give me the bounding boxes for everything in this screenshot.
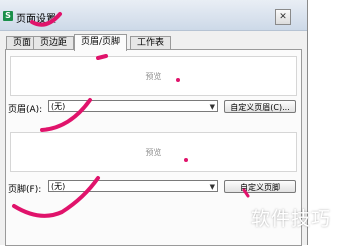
tab-header-footer[interactable]: 页眉/页脚 <box>74 34 128 51</box>
annotation-stroke <box>40 98 92 132</box>
annotation-dot <box>184 158 188 162</box>
annotation-stroke <box>12 176 100 218</box>
watermark-text: 软件技巧 <box>251 208 332 230</box>
annotation-stroke <box>242 188 250 198</box>
annotation-stroke <box>30 12 62 27</box>
annotation-stroke <box>96 54 108 60</box>
annotation-dot <box>176 78 180 82</box>
